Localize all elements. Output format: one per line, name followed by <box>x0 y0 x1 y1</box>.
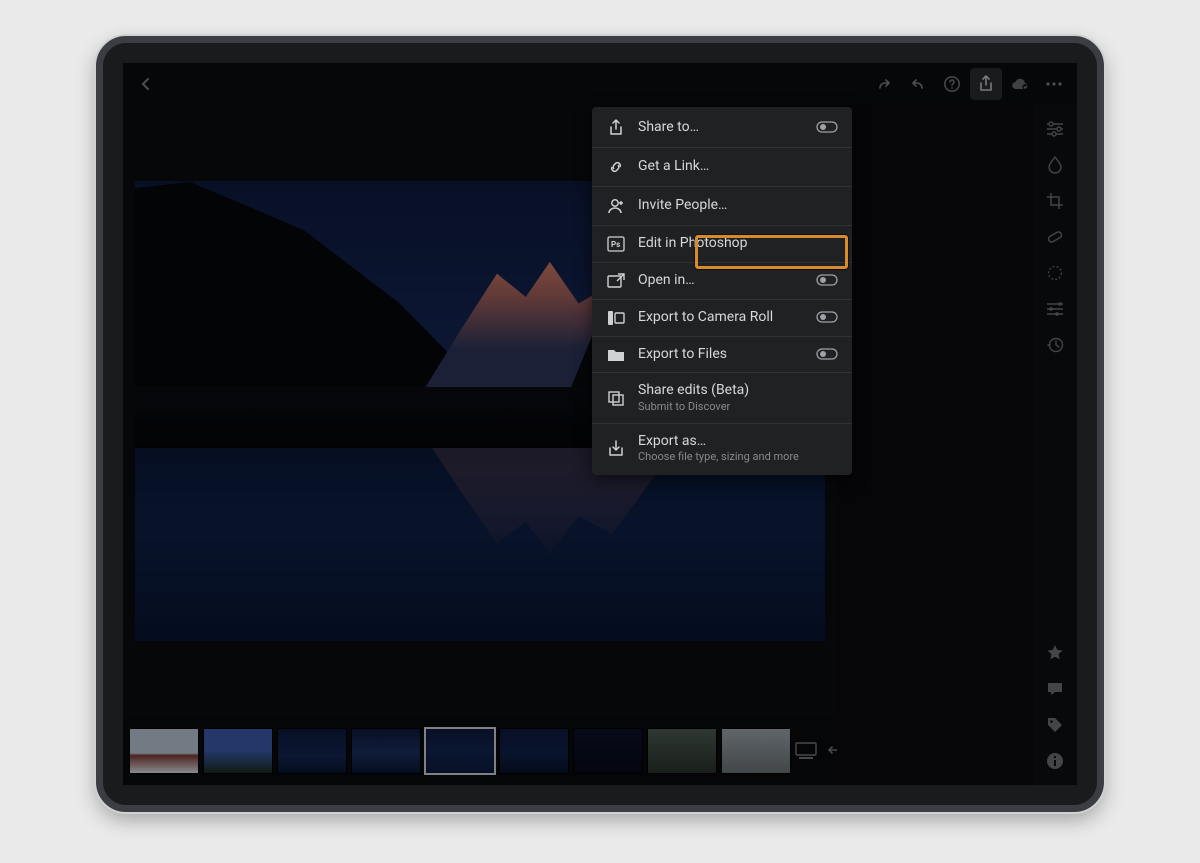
menu-label: Export to Files <box>638 347 804 362</box>
color-tool[interactable] <box>1039 147 1071 183</box>
menu-label: Open in… <box>638 273 804 288</box>
link-icon <box>606 158 626 176</box>
export-icon <box>606 440 626 458</box>
filmstrip-picker-button[interactable] <box>795 731 817 771</box>
undo-icon <box>909 77 927 91</box>
versions-tool[interactable] <box>1039 327 1071 363</box>
keywords-tool[interactable] <box>1039 707 1071 743</box>
options-icon[interactable] <box>816 311 838 325</box>
mask-icon <box>1046 264 1064 282</box>
crop-tool[interactable] <box>1039 183 1071 219</box>
share-button[interactable] <box>970 68 1002 100</box>
help-icon <box>943 75 961 93</box>
adjust-tool[interactable] <box>1039 111 1071 147</box>
layers-icon <box>606 390 626 406</box>
menu-export-as[interactable]: Export as… Choose file type, sizing and … <box>592 424 852 473</box>
photoshop-icon: Ps <box>606 236 626 252</box>
thumb-8[interactable] <box>647 728 717 774</box>
more-button[interactable] <box>1038 68 1070 100</box>
menu-get-link[interactable]: Get a Link… <box>592 148 852 187</box>
heal-tool[interactable] <box>1039 219 1071 255</box>
menu-label: Share to… <box>638 120 804 135</box>
top-toolbar <box>123 63 1077 105</box>
filmstrip <box>123 717 837 785</box>
menu-label: Export as… Choose file type, sizing and … <box>638 434 838 463</box>
tag-icon <box>1046 716 1064 734</box>
history-icon <box>1046 336 1064 354</box>
share-menu: Share to… Get a Link… Invite People… Ps … <box>592 107 852 475</box>
open-in-icon <box>606 273 626 289</box>
redo-button[interactable] <box>868 68 900 100</box>
comments-tool[interactable] <box>1039 671 1071 707</box>
bandage-icon <box>1046 228 1064 246</box>
thumb-2[interactable] <box>203 728 273 774</box>
droplet-icon <box>1046 156 1064 174</box>
folder-icon <box>606 348 626 362</box>
sliders-icon <box>1045 121 1065 137</box>
thumb-9[interactable] <box>721 728 791 774</box>
options-icon[interactable] <box>816 121 838 135</box>
info-icon <box>1046 752 1064 770</box>
menu-label: Edit in Photoshop <box>638 236 838 251</box>
thumb-1[interactable] <box>129 728 199 774</box>
redo-icon <box>875 77 893 91</box>
menu-label: Get a Link… <box>638 159 838 174</box>
menu-share-edits[interactable]: Share edits (Beta) Submit to Discover <box>592 373 852 423</box>
menu-invite-people[interactable]: Invite People… <box>592 187 852 226</box>
mask-tool[interactable] <box>1039 255 1071 291</box>
menu-label: Invite People… <box>638 198 838 213</box>
person-add-icon <box>606 197 626 215</box>
thumb-4[interactable] <box>351 728 421 774</box>
rating-tool[interactable] <box>1039 635 1071 671</box>
thumb-7[interactable] <box>573 728 643 774</box>
tablet-frame: Share to… Get a Link… Invite People… Ps … <box>96 36 1104 812</box>
right-tool-strip <box>1033 105 1077 785</box>
share-icon <box>978 75 994 93</box>
comment-icon <box>1046 680 1064 698</box>
picker-icon <box>795 742 817 760</box>
help-button[interactable] <box>936 68 968 100</box>
thumb-3[interactable] <box>277 728 347 774</box>
chevron-left-icon <box>138 76 154 92</box>
menu-export-camera-roll[interactable]: Export to Camera Roll <box>592 300 852 337</box>
menu-share-to[interactable]: Share to… <box>592 109 852 148</box>
star-icon <box>1046 644 1064 662</box>
back-button[interactable] <box>130 68 162 100</box>
menu-label: Export to Camera Roll <box>638 310 804 325</box>
undo-button[interactable] <box>902 68 934 100</box>
crop-icon <box>1046 192 1064 210</box>
cloud-status-button[interactable] <box>1004 68 1036 100</box>
edit-panel-column <box>837 105 1033 785</box>
more-icon <box>1045 81 1063 87</box>
cloud-check-icon <box>1010 76 1030 92</box>
presets-tool[interactable] <box>1039 291 1071 327</box>
presets-icon <box>1045 301 1065 317</box>
share-icon <box>606 119 626 137</box>
menu-export-files[interactable]: Export to Files <box>592 337 852 373</box>
svg-text:Ps: Ps <box>611 240 620 249</box>
menu-open-in[interactable]: Open in… <box>592 263 852 300</box>
thumb-5-selected[interactable] <box>425 728 495 774</box>
menu-edit-in-photoshop[interactable]: Ps Edit in Photoshop <box>592 226 852 263</box>
options-icon[interactable] <box>816 348 838 362</box>
info-tool[interactable] <box>1039 743 1071 779</box>
thumb-6[interactable] <box>499 728 569 774</box>
camera-roll-icon <box>606 310 626 326</box>
options-icon[interactable] <box>816 274 838 288</box>
menu-label: Share edits (Beta) Submit to Discover <box>638 383 838 412</box>
